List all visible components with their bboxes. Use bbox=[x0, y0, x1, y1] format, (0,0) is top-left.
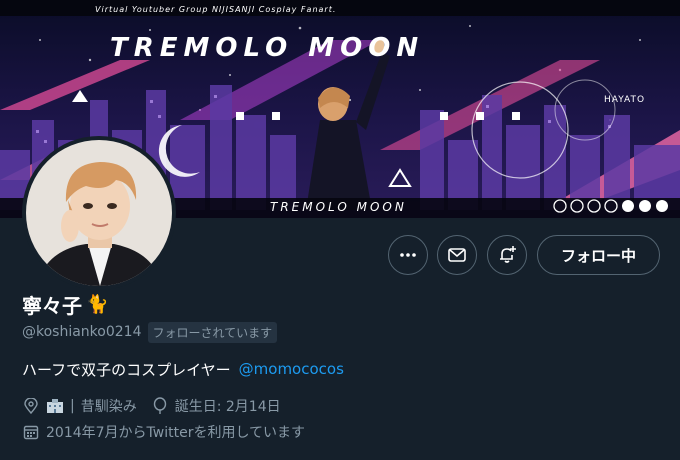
banner-side-label: HAYATO bbox=[604, 95, 645, 105]
profile-meta-row: | 昔馴染み 誕生日: 2月14日 bbox=[22, 396, 281, 416]
profile-avatar[interactable] bbox=[22, 136, 176, 290]
follows-you-badge: フォローされています bbox=[147, 321, 278, 343]
separator: | bbox=[70, 398, 75, 414]
cat-emoji: 🐈 bbox=[86, 293, 109, 315]
banner-subtitle: TREMOLO MOON bbox=[270, 200, 407, 214]
banner-title: TREMOLO MOON bbox=[110, 33, 424, 63]
bell-plus-icon bbox=[500, 246, 516, 263]
profile-name-row: 寧々子 🐈 bbox=[22, 290, 108, 318]
calendar-icon bbox=[22, 423, 40, 441]
profile-bio: ハーフで双子のコスプレイヤー @momococos bbox=[22, 358, 344, 380]
notify-button[interactable] bbox=[487, 235, 527, 275]
mail-icon bbox=[448, 248, 466, 262]
banner-tagline: Virtual Youtuber Group NIJISANJI Cosplay… bbox=[95, 5, 336, 14]
bio-mention-link[interactable]: @momococos bbox=[239, 360, 344, 378]
joined-row: 2014年7月からTwitterを利用しています bbox=[22, 422, 305, 442]
following-button[interactable]: フォロー中 bbox=[537, 235, 660, 275]
joined-text: 2014年7月からTwitterを利用しています bbox=[46, 425, 306, 441]
balloon-icon bbox=[151, 397, 169, 415]
more-button[interactable] bbox=[388, 235, 428, 275]
handle-row: @koshianko0214 フォローされています bbox=[22, 321, 278, 343]
location-text: 昔馴染み bbox=[80, 399, 137, 415]
bio-text: ハーフで双子のコスプレイヤー bbox=[22, 360, 231, 379]
user-handle: @koshianko0214 bbox=[22, 324, 142, 340]
avatar-image bbox=[26, 140, 172, 286]
birthday-text: 誕生日: 2月14日 bbox=[174, 399, 281, 415]
location-icon bbox=[22, 397, 40, 415]
more-icon bbox=[400, 253, 416, 257]
school-emoji-icon bbox=[46, 397, 64, 415]
message-button[interactable] bbox=[437, 235, 477, 275]
display-name: 寧々子 bbox=[22, 293, 82, 318]
